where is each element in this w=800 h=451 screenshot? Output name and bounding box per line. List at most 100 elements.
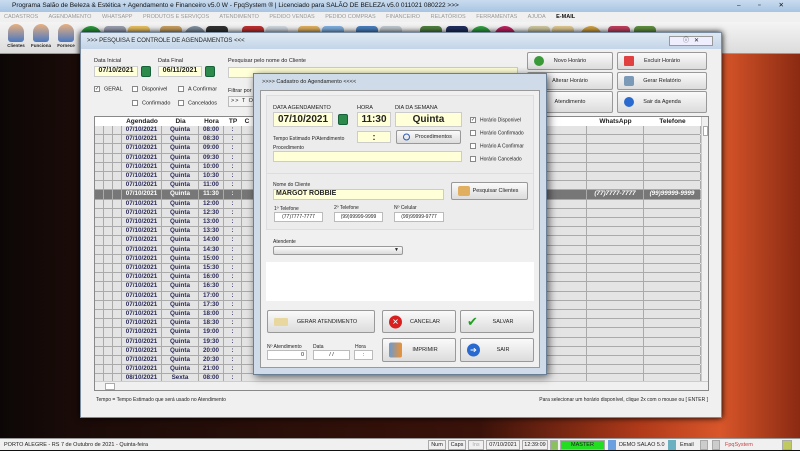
atendente-select[interactable]: ▼ [273, 246, 403, 255]
imprimir-button[interactable]: IMPRIMIR [382, 338, 456, 362]
cell-empty [95, 153, 104, 162]
cell-empty [104, 135, 113, 144]
gerar-relatorio-button[interactable]: Gerar Relatório [617, 72, 707, 90]
cell-tp: : [224, 374, 242, 381]
clientes-button[interactable]: Clientes [4, 24, 28, 52]
cell-hora: 17:00 [199, 291, 224, 300]
tempo-estimado-input[interactable]: : [357, 131, 391, 143]
filter-geral-checkbox[interactable]: ✓ GERAL [94, 86, 123, 92]
table-row[interactable]: 08/10/2021 Sexta 08:00: [95, 374, 701, 381]
sair-agenda-button[interactable]: Sair da Agenda [617, 91, 707, 113]
col-whatsapp[interactable]: WhatsApp [587, 117, 644, 126]
data-inicial-input[interactable]: 07/10/2021 [94, 66, 138, 77]
status-brand: FpqSystem [725, 442, 753, 448]
atendente-label: Atendente [273, 239, 296, 245]
calendar-icon[interactable] [338, 114, 348, 125]
cell-empty [113, 291, 122, 300]
menu-cadastros[interactable]: CADASTROS [4, 14, 38, 20]
status-time: 12:39:09 [522, 440, 548, 450]
celular-input[interactable]: (99)99999-9777 [394, 212, 444, 222]
observacoes-area[interactable] [266, 262, 534, 301]
cell-tp: : [224, 337, 242, 346]
procedimento-input[interactable] [273, 151, 462, 162]
cell-tp: : [224, 356, 242, 365]
cell-hora: 12:30 [199, 208, 224, 217]
col-c[interactable]: C [242, 117, 252, 126]
cell-hora: 16:30 [199, 282, 224, 291]
natendimento-input[interactable]: 0 [267, 350, 307, 360]
funcionarios-button[interactable]: Funciona [29, 24, 53, 52]
col-dia[interactable]: Dia [162, 117, 199, 126]
horario-cancelado-checkbox[interactable]: Horário Cancelado [470, 156, 522, 162]
menu-pedido-compras[interactable]: PEDIDO COMPRAS [325, 14, 375, 20]
menu-email[interactable]: E-MAIL [556, 14, 575, 20]
gerar-atendimento-button[interactable]: GERAR ATENDIMENTO [267, 310, 375, 333]
printer-person-icon [389, 342, 402, 358]
window-controls[interactable]: ⓘ ✕ [669, 36, 713, 46]
cell-hora: 14:00 [199, 236, 224, 245]
cancelar-button[interactable]: ✕ CANCELAR [382, 310, 456, 333]
menu-pedido-vendas[interactable]: PEDIDO VENDAS [269, 14, 314, 20]
horizontal-scrollbar[interactable] [95, 381, 708, 390]
menu-relatorios[interactable]: RELATÓRIOS [431, 14, 466, 20]
cell-empty [113, 337, 122, 346]
menu-produtos[interactable]: PRODUTOS E SERVIÇOS [143, 14, 209, 20]
horario-a-confirmar-checkbox[interactable]: Horário A Confirmar [470, 143, 524, 149]
menu-ferramentas[interactable]: FERRAMENTAS [476, 14, 517, 20]
menu-whatsapp[interactable]: WHATSAPP [102, 14, 132, 20]
nome-cliente-input[interactable]: MARGOT ROBBIE [273, 189, 444, 200]
data-agendamento-label: DATA AGENDAMENTO [273, 105, 331, 111]
tel2-input[interactable]: (99)99999-9999 [334, 212, 383, 222]
data2-input[interactable]: / / [313, 350, 350, 360]
cell-whatsapp [587, 273, 644, 282]
novo-horario-button[interactable]: Novo Horário [527, 52, 613, 70]
status-email[interactable]: Email [680, 439, 694, 451]
menu-agendamento[interactable]: AGENDAMENTO [48, 14, 91, 20]
pesquisar-clientes-button[interactable]: Pesquisar Clientes [451, 182, 528, 200]
calendar-icon[interactable] [141, 66, 151, 77]
data-final-input[interactable]: 06/11/2021 [158, 66, 202, 77]
salvar-button[interactable]: ✔ SALVAR [460, 310, 534, 333]
filter-confirmado-checkbox[interactable]: Confirmado [132, 100, 170, 106]
col-agendado[interactable]: Agendado [122, 117, 162, 126]
menu-financeiro[interactable]: FINANCEIRO [386, 14, 420, 20]
tel1-input[interactable]: (77)7777-7777 [274, 212, 323, 222]
cell-telefone [644, 208, 701, 217]
col-hora[interactable]: Hora [199, 117, 224, 126]
hora-input[interactable]: 11:30 [357, 112, 391, 127]
fornecedores-button[interactable]: Fornece [54, 24, 78, 52]
excluir-horario-button[interactable]: Excluir Horário [617, 52, 707, 70]
cell-hora: 13:00 [199, 218, 224, 227]
vertical-scrollbar[interactable] [701, 117, 708, 381]
horario-confirmado-checkbox[interactable]: Horário Confirmado [470, 130, 524, 136]
procedimentos-button[interactable]: Procedimentos [396, 130, 461, 144]
col-tp[interactable]: TP [224, 117, 242, 126]
filter-cancelados-checkbox[interactable]: Cancelados [178, 100, 217, 106]
cell-whatsapp [587, 172, 644, 181]
filter-a-confirmar-checkbox[interactable]: A Confirmar [178, 86, 217, 92]
cell-telefone [644, 346, 701, 355]
clients-icon [8, 24, 24, 42]
menu-ajuda[interactable]: AJUDA [528, 14, 546, 20]
calendar-icon[interactable] [205, 66, 215, 77]
col-telefone[interactable]: Telefone [644, 117, 701, 126]
cell-dia: Quinta [162, 172, 199, 181]
data-agendamento-input[interactable]: 07/10/2021 [273, 112, 333, 127]
cell-tp: : [224, 328, 242, 337]
cell-whatsapp [587, 199, 644, 208]
cell-agendado: 07/10/2021 [122, 245, 162, 254]
hora2-input[interactable]: : [354, 350, 373, 360]
printer-icon[interactable] [700, 440, 708, 450]
cell-empty [113, 245, 122, 254]
cell-empty [95, 236, 104, 245]
calculator-icon[interactable] [712, 440, 720, 450]
cell-telefone [644, 135, 701, 144]
filter-disponivel-checkbox[interactable]: Disponivel [132, 86, 167, 92]
sair-button[interactable]: ➔ SAIR [460, 338, 534, 362]
horario-disponivel-checkbox[interactable]: ✓ Horário Disponivel [470, 117, 521, 123]
cell-empty [104, 126, 113, 135]
cell-empty [95, 126, 104, 135]
window-controls[interactable]: – ▫ ✕ [737, 0, 792, 12]
cell-empty [242, 374, 587, 381]
menu-atendimento[interactable]: ATENDIMENTO [219, 14, 259, 20]
